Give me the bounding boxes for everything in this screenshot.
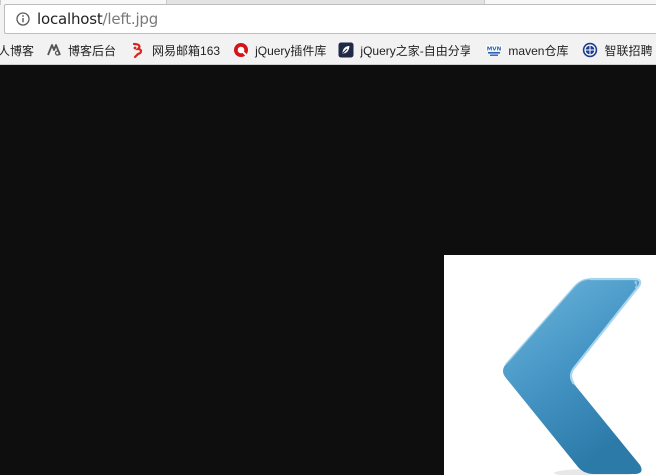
address-bar[interactable]: localhost/left.jpg — [4, 4, 656, 34]
browser-chrome: localhost/left.jpg 人博客 博客后台 网易邮箱163 jQue… — [0, 0, 656, 65]
zhaopin-icon — [582, 42, 598, 58]
jquery-home-icon — [338, 42, 354, 58]
bookmark-label: 人博客 — [0, 43, 35, 58]
bookmark-zhaopin[interactable]: 智联招聘 — [582, 42, 652, 59]
url-text[interactable]: localhost/left.jpg — [37, 4, 158, 34]
bookmark-blog-admin[interactable]: 博客后台 — [46, 42, 116, 59]
svg-text:MVN: MVN — [487, 46, 502, 52]
left-arrow-image — [444, 255, 656, 475]
url-path: /left.jpg — [102, 10, 159, 28]
url-host: localhost — [37, 10, 103, 28]
left-arrow-icon — [503, 277, 642, 475]
bookmark-netease-mail[interactable]: 网易邮箱163 — [130, 42, 220, 59]
bookmark-label: maven仓库 — [508, 43, 569, 58]
bookmark-jquery-plugin[interactable]: jQuery插件库 — [233, 42, 326, 59]
bookmark-blog[interactable]: 人博客 — [0, 42, 34, 59]
bookmark-label: jQuery插件库 — [255, 43, 327, 58]
bookmark-label: jQuery之家-自由分享 — [360, 43, 471, 58]
bookmark-label: 博客后台 — [68, 43, 117, 58]
blog-admin-icon — [46, 42, 62, 58]
netease-mail-icon — [130, 42, 146, 58]
info-icon[interactable] — [16, 12, 30, 26]
bookmark-jquery-home[interactable]: jQuery之家-自由分享 — [338, 42, 470, 59]
bookmark-maven[interactable]: MVN maven仓库 — [486, 42, 568, 59]
bookmark-label: 智联招聘 — [604, 43, 653, 58]
bookmark-label: 网易邮箱163 — [152, 43, 221, 58]
jquery-plugin-icon — [233, 42, 249, 58]
bookmarks-bar: 人博客 博客后台 网易邮箱163 jQuery插件库 jQuery之家-自由分享… — [0, 37, 656, 63]
maven-icon: MVN — [486, 42, 503, 58]
